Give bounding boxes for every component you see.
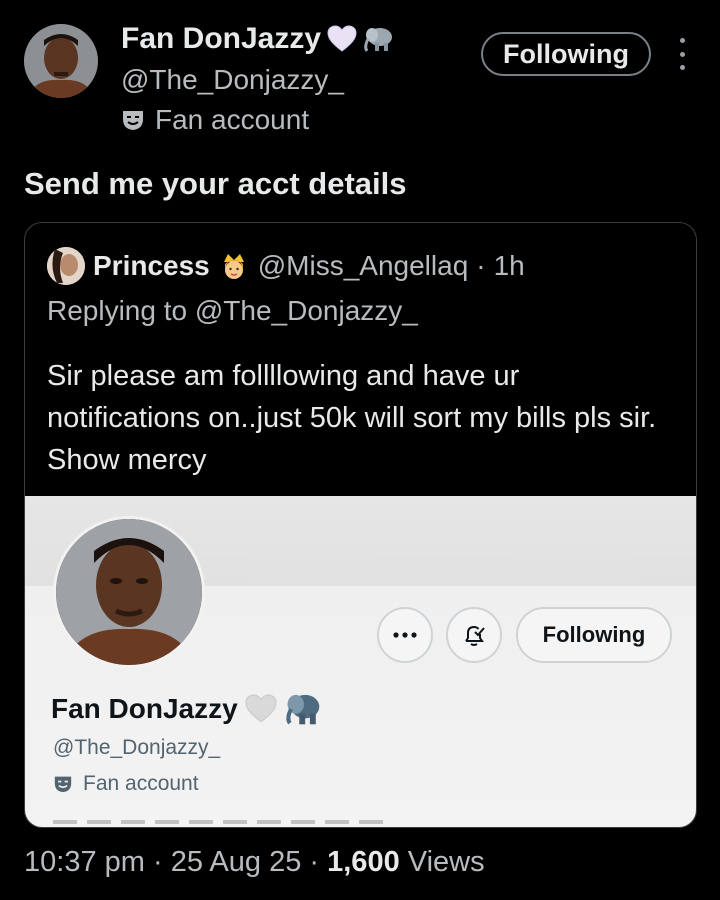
theater-mask-icon [123, 111, 143, 130]
embedded-fan-account-text: Fan account [83, 772, 199, 795]
embedded-profile-screenshot: Following Fan DonJazzy @The_Donjazzy_ Fa… [25, 496, 696, 827]
quoted-handle[interactable]: @Miss_Angellaq [258, 250, 469, 282]
fan-account-label: Fan account [121, 104, 309, 136]
following-button[interactable]: Following [481, 32, 651, 76]
tweet-text: Send me your acct details [24, 166, 407, 201]
separator-dot: · [301, 846, 328, 878]
quoted-tweet[interactable]: Princess @Miss_Angellaq · 1h Replying to… [24, 222, 697, 828]
avatar[interactable] [24, 24, 98, 98]
embedded-display-name-text: Fan DonJazzy [51, 693, 238, 724]
embedded-display-name: Fan DonJazzy [51, 692, 324, 726]
views-label: Views [407, 846, 485, 878]
display-name[interactable]: Fan DonJazzy [121, 22, 397, 56]
theater-mask-icon [54, 776, 72, 793]
more-icon[interactable] [670, 38, 694, 70]
quoted-name[interactable]: Princess [93, 250, 210, 282]
embedded-following-button[interactable]: Following [516, 607, 672, 663]
quoted-time[interactable]: 1h [494, 250, 525, 282]
white-heart-icon [245, 694, 277, 723]
quoted-body: Sir please am follllowing and have ur no… [47, 360, 657, 476]
tweet-metadata: 10:37 pm · 25 Aug 25 · 1,600 Views [24, 846, 485, 879]
embedded-avatar [53, 516, 205, 668]
fan-account-text: Fan account [155, 104, 310, 135]
tweet-date[interactable]: 25 Aug 25 [171, 846, 302, 878]
truncated-bio [53, 820, 393, 827]
elephant-icon [364, 28, 393, 52]
embedded-fan-account-label: Fan account [53, 772, 199, 796]
separator-dot: · [476, 250, 486, 281]
separator-dot: · [144, 846, 171, 878]
more-icon [393, 632, 417, 638]
replying-to[interactable]: Replying to @The_Donjazzy_ [47, 295, 418, 327]
embedded-handle: @The_Donjazzy_ [53, 736, 221, 759]
crown-emoji-icon [223, 254, 244, 279]
display-name-text: Fan DonJazzy [121, 22, 322, 55]
notifications-button[interactable] [446, 607, 502, 663]
views-count: 1,600 [327, 846, 400, 878]
tweet-time[interactable]: 10:37 pm [24, 846, 145, 878]
white-heart-icon [327, 25, 357, 52]
quoted-tweet-header: Princess @Miss_Angellaq · 1h [47, 247, 525, 285]
handle[interactable]: @The_Donjazzy_ [121, 64, 344, 96]
notification-bell-icon [465, 625, 485, 646]
more-options-button[interactable] [377, 607, 433, 663]
quoted-avatar[interactable] [47, 247, 85, 285]
elephant-icon [286, 694, 319, 725]
